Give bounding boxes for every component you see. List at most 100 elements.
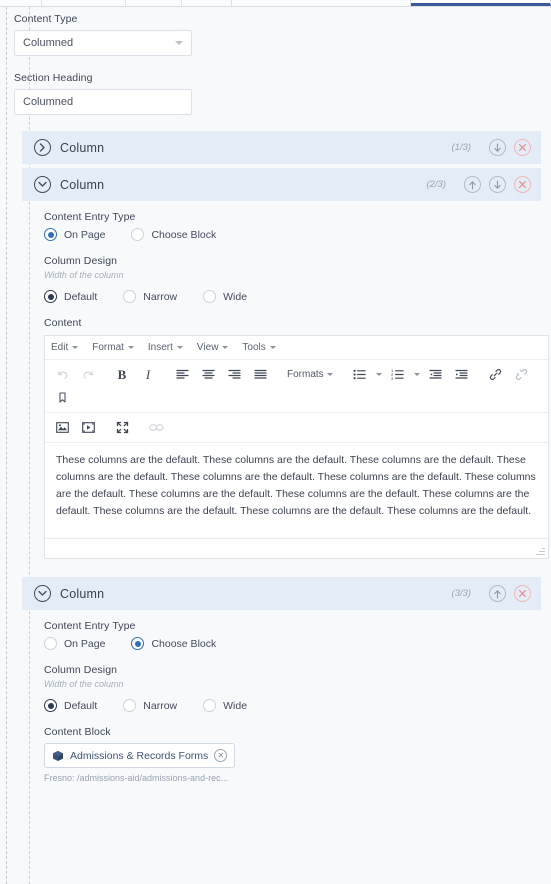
column-design-hint-3: Width of the column [44, 679, 124, 689]
column-header-3[interactable]: Column (3/3) [22, 577, 541, 610]
formats-dropdown[interactable]: Formats [281, 363, 339, 386]
fullscreen-icon[interactable] [109, 416, 135, 439]
move-down-icon[interactable] [489, 176, 506, 193]
tab-segment-1[interactable] [0, 0, 42, 6]
remove-content-block-icon[interactable]: ✕ [214, 749, 228, 762]
cube-icon [52, 750, 64, 762]
tab-segment-4[interactable] [182, 0, 232, 6]
radio-on-page-3[interactable]: On Page [44, 637, 105, 650]
bullet-list-icon[interactable] [347, 363, 373, 386]
editor-content-area[interactable]: These columns are the default. These col… [45, 443, 548, 539]
content-block-chip[interactable]: Admissions & Records Forms ✕ [44, 743, 236, 768]
rich-text-editor[interactable]: Edit Format Insert View Tools B I Format… [44, 335, 549, 559]
move-up-icon[interactable] [464, 176, 481, 193]
link-icon[interactable] [483, 363, 509, 386]
redo-icon[interactable] [75, 363, 101, 386]
menu-format[interactable]: Format [92, 342, 134, 353]
radio-indicator [44, 699, 57, 712]
chevron-down-icon[interactable] [34, 585, 51, 602]
tab-segment-2[interactable] [42, 0, 126, 6]
radio-indicator [203, 699, 217, 712]
content-entry-type-radios-2: On Page Choose Block [44, 228, 541, 241]
insert-image-icon[interactable] [49, 416, 75, 439]
chevron-down-icon [127, 346, 134, 349]
radio-wide-2[interactable]: Wide [203, 290, 247, 303]
bullet-list-caret-icon[interactable] [373, 363, 385, 386]
content-block-label: Content Block [44, 726, 111, 738]
numbered-list-icon[interactable]: 123 [385, 363, 411, 386]
resize-grip-icon[interactable] [536, 546, 545, 555]
align-center-icon[interactable] [195, 363, 221, 386]
content-entry-type-radios-3: On Page Choose Block [44, 637, 541, 650]
radio-wide-3[interactable]: Wide [203, 699, 247, 712]
chevron-down-icon[interactable] [34, 176, 51, 193]
bookmark-icon[interactable] [49, 386, 75, 409]
radio-label: Narrow [143, 699, 178, 712]
italic-icon[interactable]: I [135, 363, 161, 386]
menu-label: Tools [242, 342, 266, 353]
bold-icon[interactable]: B [109, 363, 135, 386]
column-position-3: (3/3) [451, 588, 471, 599]
radio-choose-block-2[interactable]: Choose Block [131, 228, 216, 241]
radio-label: Choose Block [151, 637, 217, 650]
content-block-path: Fresno: /admissions-aid/admissions-and-r… [44, 773, 229, 783]
tab-segment-active[interactable] [411, 0, 551, 6]
content-block-name: Admissions & Records Forms [70, 749, 209, 762]
radio-label: Choose Block [151, 228, 217, 241]
delete-icon[interactable] [514, 585, 531, 602]
outdent-icon[interactable] [423, 363, 449, 386]
radio-indicator [131, 637, 145, 650]
move-down-icon[interactable] [489, 139, 506, 156]
menu-edit[interactable]: Edit [51, 342, 79, 353]
section-heading-input[interactable]: Columned [14, 89, 192, 115]
tab-segment-3[interactable] [126, 0, 182, 6]
editor-menubar[interactable]: Edit Format Insert View Tools [45, 336, 548, 360]
radio-label: Wide [223, 699, 248, 712]
delete-icon[interactable] [514, 139, 531, 156]
radio-narrow-2[interactable]: Narrow [123, 290, 177, 303]
menu-tools[interactable]: Tools [242, 342, 276, 353]
column-header-2[interactable]: Column (2/3) [22, 168, 541, 201]
content-type-select[interactable]: Columned [14, 30, 192, 56]
delete-icon[interactable] [514, 176, 531, 193]
menu-insert[interactable]: Insert [148, 342, 183, 353]
anchor-link-icon[interactable] [143, 416, 169, 439]
chevron-down-icon [72, 346, 79, 349]
radio-on-page-2[interactable]: On Page [44, 228, 105, 241]
align-justify-icon[interactable] [247, 363, 273, 386]
radio-default-3[interactable]: Default [44, 699, 97, 712]
radio-label: Wide [223, 290, 248, 303]
undo-icon[interactable] [49, 363, 75, 386]
section-heading-value: Columned [23, 96, 74, 108]
column-position-2: (2/3) [426, 179, 446, 190]
align-left-icon[interactable] [169, 363, 195, 386]
numbered-list-caret-icon[interactable] [411, 363, 423, 386]
radio-label: On Page [64, 228, 106, 241]
insert-media-icon[interactable] [75, 416, 101, 439]
menu-view[interactable]: View [197, 342, 229, 353]
editor-toolbar-row-1[interactable]: B I Formats 1 2 3 [45, 360, 548, 413]
menu-label: Insert [147, 342, 173, 353]
column-title-3: Column [60, 586, 105, 601]
move-up-icon[interactable] [489, 585, 506, 602]
column-block-3: Column (3/3) Content Entry Type On Page [14, 577, 541, 789]
section-heading-label: Section Heading [14, 72, 93, 84]
svg-text:3: 3 [391, 376, 394, 380]
radio-default-2[interactable]: Default [44, 290, 97, 303]
editor-toolbar-row-2[interactable] [45, 413, 548, 443]
radio-narrow-3[interactable]: Narrow [123, 699, 177, 712]
radio-choose-block-3[interactable]: Choose Block [131, 637, 216, 650]
column-header-1[interactable]: Column (1/3) [22, 131, 541, 164]
column-block-1: Column (1/3) [14, 131, 541, 164]
indent-icon[interactable] [449, 363, 475, 386]
top-tab-bar[interactable] [0, 0, 551, 7]
radio-label: Narrow [143, 290, 178, 303]
align-right-icon[interactable] [221, 363, 247, 386]
column-title-1: Column [60, 140, 105, 155]
chevron-right-icon[interactable] [34, 139, 51, 156]
radio-indicator [44, 637, 57, 650]
formats-label: Formats [287, 369, 324, 380]
unlink-icon[interactable] [509, 363, 535, 386]
radio-indicator [203, 290, 217, 303]
tab-segment-5[interactable] [232, 0, 411, 6]
